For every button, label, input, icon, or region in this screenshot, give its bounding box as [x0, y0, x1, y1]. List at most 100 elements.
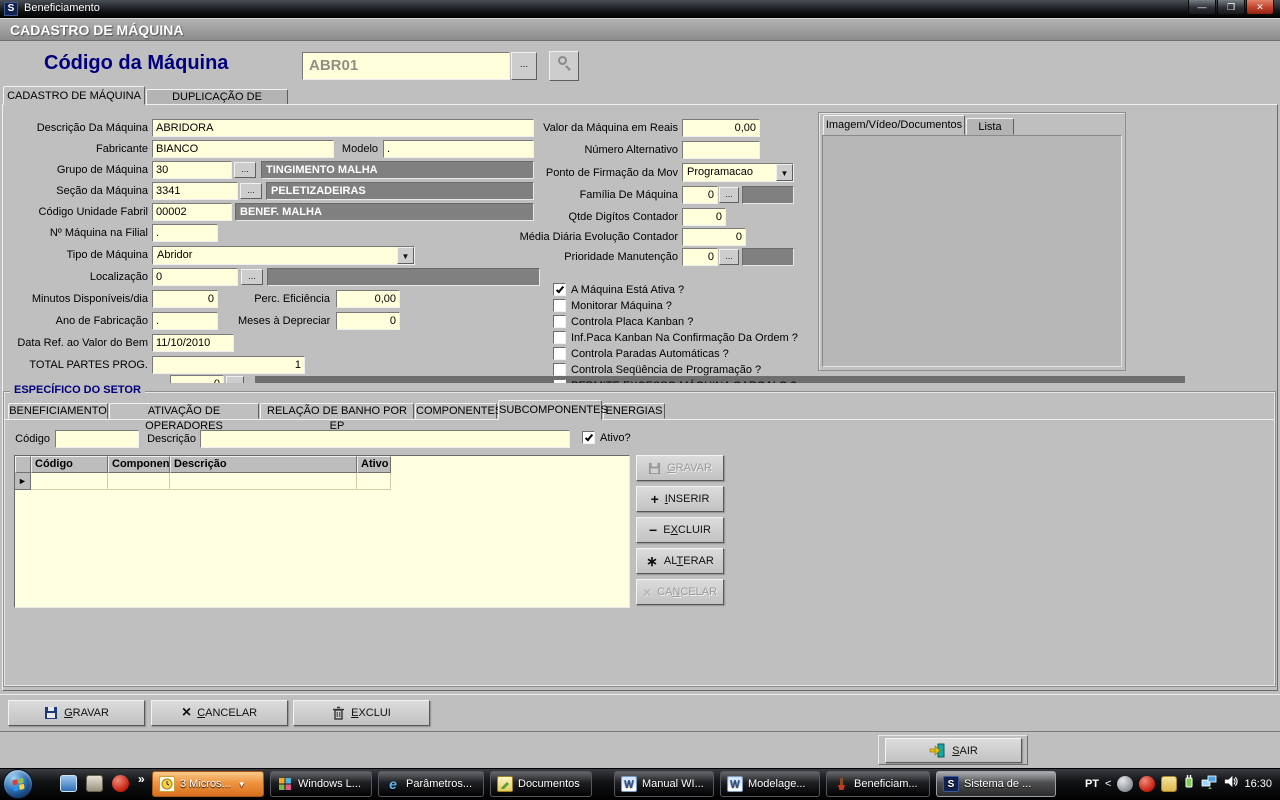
chevron-down-icon[interactable]: ▼: [776, 164, 793, 181]
taskbar-button-modelage[interactable]: W Modelage...: [720, 771, 820, 797]
search-button[interactable]: [549, 51, 579, 81]
tab-cadastro-de-maquina[interactable]: CADASTRO DE MÁQUINA: [3, 86, 145, 105]
familia-input[interactable]: 0: [682, 186, 718, 204]
grid-cell[interactable]: [357, 473, 391, 490]
checkbox[interactable]: [553, 315, 566, 328]
localizacao-input[interactable]: 0: [152, 268, 238, 286]
unidade-input[interactable]: 00002: [152, 203, 232, 221]
exclui-button[interactable]: EXCLUI: [293, 700, 430, 726]
tray-clock-app-icon[interactable]: [1161, 776, 1177, 792]
setor-codigo-input[interactable]: [55, 430, 139, 448]
perc-eficiencia-input[interactable]: 0,00: [336, 290, 400, 308]
valor-reais-input[interactable]: 0,00: [682, 119, 760, 137]
prioridade-browse-button[interactable]: ...: [719, 249, 739, 265]
checkbox[interactable]: [553, 347, 566, 360]
taskbar-button-3-micros[interactable]: 3 Micros... ▼: [152, 771, 264, 797]
minutos-input[interactable]: 0: [152, 290, 218, 308]
tab-beneficiamento[interactable]: BENEFICIAMENTO: [8, 403, 108, 419]
quick-launch-app-icon[interactable]: [86, 775, 103, 792]
media-diaria-input[interactable]: 0: [682, 228, 746, 246]
alterar-button[interactable]: ∗ ALTERAR: [636, 548, 724, 574]
meses-depreciar-input[interactable]: 0: [336, 312, 400, 330]
grid-cell[interactable]: [170, 473, 357, 490]
checkbox[interactable]: [553, 331, 566, 344]
close-button[interactable]: ✕: [1246, 0, 1274, 15]
sair-button[interactable]: SAIR: [885, 738, 1022, 763]
chevron-down-icon[interactable]: ▼: [397, 247, 414, 264]
gravar-button[interactable]: GRAVAR: [8, 700, 145, 726]
check-paradas-automaticas[interactable]: Controla Paradas Automáticas ?: [553, 347, 729, 360]
check-maquina-ativa[interactable]: A Máquina Está Ativa ?: [553, 283, 684, 296]
check-sequencia-programacao[interactable]: Controla Seqüência de Programação ?: [553, 363, 761, 376]
tab-lista[interactable]: Lista: [966, 118, 1014, 135]
grid-cell[interactable]: [108, 473, 170, 490]
gravar-side-button[interactable]: GRAVAR: [636, 455, 724, 481]
qtde-digitos-input[interactable]: 0: [682, 208, 726, 226]
speaker-icon[interactable]: [1223, 774, 1238, 794]
show-desktop-icon[interactable]: [60, 775, 77, 792]
tray-gray-app-icon[interactable]: [1117, 776, 1133, 792]
tab-relacao-de-banho-por-ep[interactable]: RELAÇÃO DE BANHO POR EP: [260, 403, 414, 419]
grupo-browse-button[interactable]: ...: [234, 162, 256, 178]
quick-launch-red-app-icon[interactable]: [112, 775, 129, 792]
subcomponentes-grid[interactable]: Código Componente Descrição Ativo ►: [14, 455, 630, 608]
tray-chevron-icon[interactable]: <: [1105, 778, 1111, 790]
machine-code-input[interactable]: ABR01: [302, 52, 510, 80]
checkbox[interactable]: [553, 299, 566, 312]
inserir-button[interactable]: + INSERIR: [636, 486, 724, 512]
excluir-button[interactable]: − EXCLUIR: [636, 517, 724, 543]
ano-fabricacao-input[interactable]: .: [152, 312, 218, 330]
restore-button[interactable]: ❐: [1217, 0, 1245, 15]
chevron-more-icon[interactable]: »: [138, 772, 145, 786]
grid-header-componente[interactable]: Componente: [108, 456, 170, 473]
check-clipped[interactable]: PERMITE EXCESSO MÁQUINA GARGALO ?: [553, 379, 797, 383]
tab-energias[interactable]: ENERGIAS: [603, 403, 665, 419]
tab-componentes[interactable]: COMPONENTES: [415, 403, 497, 419]
checkbox[interactable]: [553, 379, 566, 383]
taskbar-button-documentos[interactable]: Documentos: [490, 771, 592, 797]
fabricante-input[interactable]: BIANCO: [152, 140, 334, 158]
grid-cell[interactable]: [31, 473, 108, 490]
total-partes-input[interactable]: 1: [152, 356, 305, 374]
taskbar-button-beneficiam[interactable]: Beneficiam...: [826, 771, 930, 797]
machine-code-browse-button[interactable]: ...: [511, 52, 537, 80]
network-icon[interactable]: [1201, 774, 1217, 794]
numero-alternativo-input[interactable]: [682, 141, 760, 159]
num-filial-input[interactable]: .: [152, 224, 218, 242]
tab-duplicacao-de-maquina[interactable]: DUPLICAÇÃO DE MÁQUINA: [146, 89, 288, 105]
grid-header-descricao[interactable]: Descrição: [170, 456, 357, 473]
clipped-row-browse-button[interactable]: [226, 376, 244, 383]
secao-browse-button[interactable]: ...: [240, 183, 262, 199]
chevron-down-icon[interactable]: ▼: [238, 780, 246, 789]
familia-browse-button[interactable]: ...: [719, 187, 739, 203]
grid-header-codigo[interactable]: Código: [31, 456, 108, 473]
grid-header-ativo[interactable]: Ativo: [357, 456, 391, 473]
tab-subcomponentes[interactable]: SUBCOMPONENTES: [498, 400, 602, 420]
ponto-firmacao-select[interactable]: Programacao ▼: [682, 163, 794, 182]
checkbox[interactable]: [553, 363, 566, 376]
language-indicator[interactable]: PT: [1085, 778, 1099, 790]
tipo-select[interactable]: Abridor ▼: [152, 246, 415, 265]
cancelar-side-button[interactable]: × CANCELAR: [636, 579, 724, 605]
taskbar-button-manual-wi[interactable]: W Manual WI...: [614, 771, 714, 797]
taskbar-button-windows-l[interactable]: Windows L...: [270, 771, 372, 797]
localizacao-browse-button[interactable]: ...: [241, 269, 263, 285]
setor-descricao-input[interactable]: [200, 430, 570, 448]
taskbar-button-parametros[interactable]: e Parâmetros...: [378, 771, 484, 797]
checkbox[interactable]: [582, 431, 595, 444]
check-placa-kanban[interactable]: Controla Placa Kanban ?: [553, 315, 693, 328]
power-plug-icon[interactable]: [1183, 774, 1195, 794]
secao-input[interactable]: 3341: [152, 182, 238, 200]
prioridade-input[interactable]: 0: [682, 248, 718, 266]
check-inf-paca-kanban[interactable]: Inf.Paca Kanban Na Confirmação Da Ordem …: [553, 331, 798, 344]
cancelar-button[interactable]: × CANCELAR: [151, 700, 288, 726]
taskbar-button-sistema-de[interactable]: S Sistema de ...: [936, 771, 1056, 797]
clipped-row-input[interactable]: 0: [170, 375, 224, 383]
checkbox[interactable]: [553, 283, 566, 296]
grupo-input[interactable]: 30: [152, 161, 232, 179]
tab-ativacao-de-operadores[interactable]: ATIVAÇÃO DE OPERADORES: [109, 403, 259, 419]
tray-red-app-icon[interactable]: [1139, 776, 1155, 792]
minimize-button[interactable]: —: [1188, 0, 1216, 15]
check-ativo[interactable]: Ativo?: [582, 431, 631, 444]
tab-imagem-video-documentos[interactable]: Imagem/Vídeo/Documentos: [823, 115, 965, 135]
